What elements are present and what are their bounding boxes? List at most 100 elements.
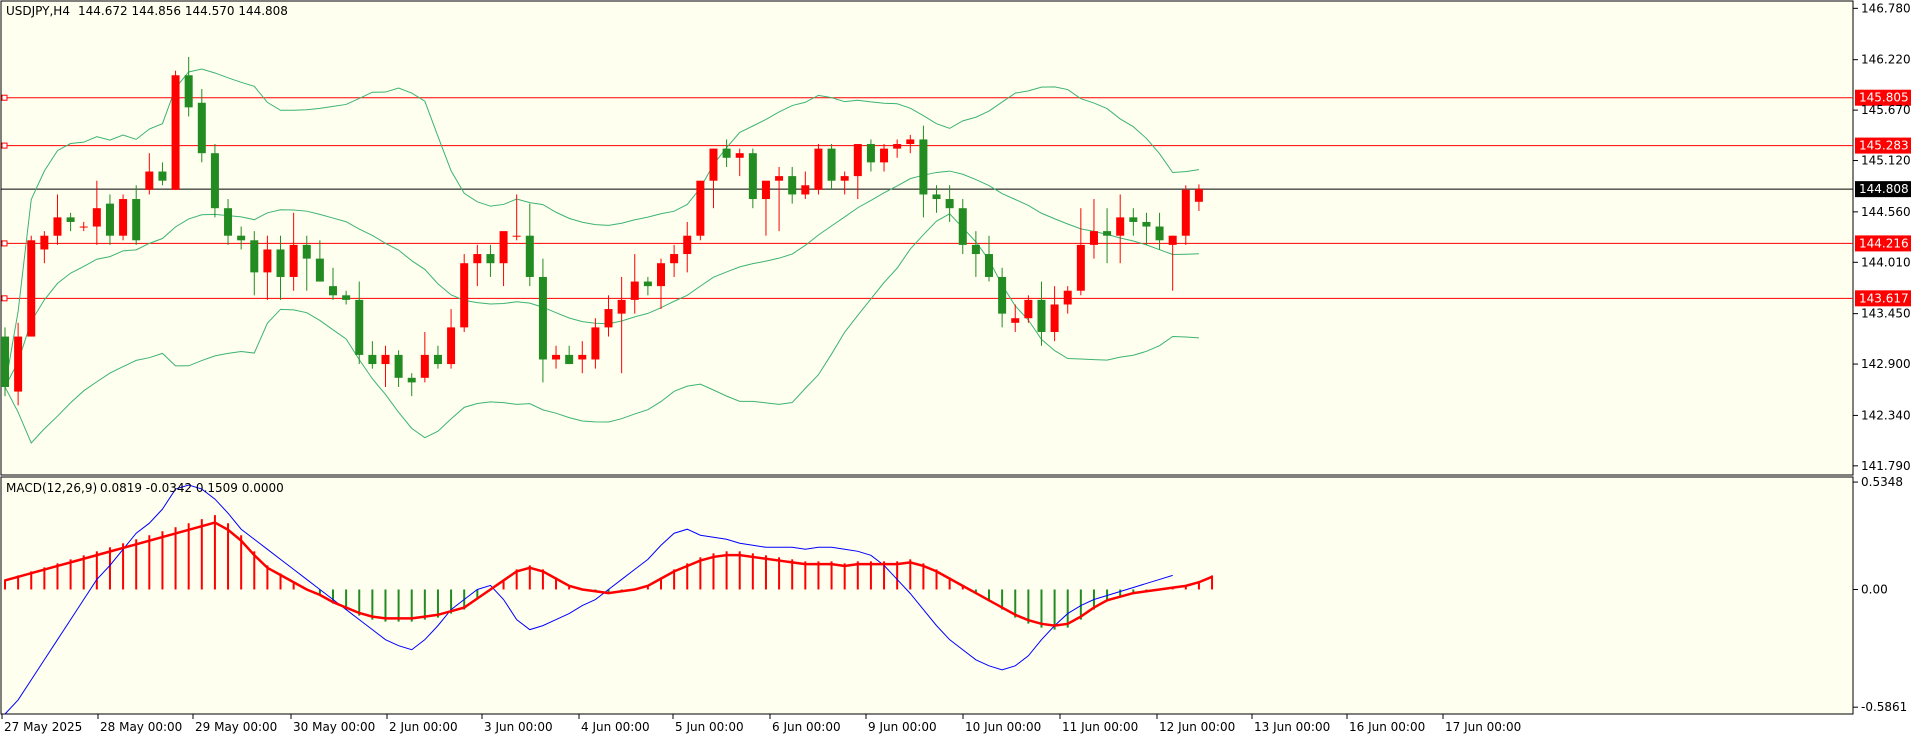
candle-body — [1076, 244, 1085, 291]
candle-body — [761, 180, 770, 200]
candle-body — [263, 249, 272, 273]
candle-body — [14, 336, 23, 392]
candle-body — [932, 194, 941, 200]
time-tick-label: 10 Jun 00:00 — [965, 720, 1041, 734]
candle-body — [840, 176, 849, 181]
time-tick-label: 11 Jun 00:00 — [1062, 720, 1138, 734]
candle-body — [775, 176, 784, 181]
candle-body — [145, 171, 154, 190]
time-tick-label: 12 Jun 00:00 — [1159, 720, 1235, 734]
time-tick-label: 3 Jun 00:00 — [484, 720, 553, 734]
candle-body — [302, 244, 311, 259]
candle-body — [971, 244, 980, 255]
candle-body — [617, 299, 626, 314]
price-tick-label: 146.220 — [1861, 53, 1911, 67]
chart-canvas: 145.805145.283144.216143.617144.808 146.… — [0, 0, 1911, 734]
level-tag-label: 145.283 — [1859, 139, 1909, 153]
candle-body — [27, 240, 36, 337]
candle-body — [447, 327, 456, 365]
candle-body — [394, 354, 403, 378]
candle-body — [92, 208, 101, 227]
candle-body — [250, 240, 259, 273]
candle-body — [945, 199, 954, 209]
level-anchor — [1, 142, 8, 149]
candle-body — [276, 249, 285, 277]
candle-body — [657, 263, 665, 287]
level-anchor — [1, 240, 8, 247]
current-price-label: 144.808 — [1859, 182, 1909, 196]
price-panel[interactable] — [0, 0, 1854, 476]
level-anchor — [1, 94, 8, 101]
candle-body — [381, 354, 390, 365]
candle-body — [512, 235, 521, 237]
candle-body — [1089, 231, 1098, 245]
candle-body — [1116, 217, 1125, 236]
candle-body — [1181, 189, 1190, 236]
candle-body — [709, 148, 718, 181]
candle-body — [525, 235, 534, 277]
time-tick-label: 30 May 00:00 — [293, 720, 375, 734]
time-tick-label: 9 Jun 00:00 — [868, 720, 937, 734]
candle-body — [499, 231, 508, 264]
time-tick-label: 16 Jun 00:00 — [1349, 720, 1425, 734]
candle-body — [197, 102, 206, 154]
candle-body — [1168, 235, 1177, 245]
candle-body — [1194, 188, 1203, 202]
macd-label: MACD(12,26,9) — [6, 481, 97, 495]
candle-body — [237, 235, 246, 241]
candle-body — [696, 180, 705, 236]
candle-body — [722, 148, 731, 158]
symbol-label: USDJPY,H4 — [6, 4, 70, 18]
candle-body — [958, 208, 967, 245]
time-axis: 27 May 2025 28 May 00:00 29 May 00:00 30 Ma… — [1, 714, 1521, 734]
macd-values: 0.0819 -0.0342 0.1509 0.0000 — [100, 481, 284, 495]
candle-body — [643, 281, 652, 287]
candle-body — [420, 354, 429, 378]
price-tick-label: 145.120 — [1861, 154, 1911, 168]
time-tick-label: 27 May 2025 — [4, 720, 82, 734]
time-tick-label: 2 Jun 00:00 — [389, 720, 458, 734]
time-tick-label: 13 Jun 00:00 — [1254, 720, 1330, 734]
candle-body — [289, 244, 298, 277]
candle-body — [1, 336, 9, 387]
price-tick-label: 144.010 — [1861, 255, 1911, 269]
candle-body — [315, 258, 324, 282]
candle-body — [473, 254, 482, 264]
candle-body — [998, 276, 1007, 314]
candle-body — [1142, 221, 1151, 227]
time-tick-label: 29 May 00:00 — [195, 720, 277, 734]
candle-body — [158, 171, 167, 181]
level-tag-label: 143.617 — [1859, 291, 1909, 305]
candle-body — [893, 144, 902, 149]
candle-body — [79, 226, 88, 228]
candle-body — [906, 139, 915, 145]
candle-body — [368, 354, 377, 365]
candle-body — [538, 276, 547, 360]
candle-body — [132, 199, 141, 241]
candle-body — [1063, 290, 1072, 305]
macd-axis: 0.5348 0.00 -0.5861 — [1853, 475, 1907, 714]
candle-body — [66, 217, 75, 222]
candle-body — [1050, 304, 1059, 332]
level-tag-label: 144.216 — [1859, 236, 1909, 250]
time-tick-label: 5 Jun 00:00 — [675, 720, 744, 734]
candle-body — [985, 254, 993, 277]
candle-body — [670, 254, 679, 264]
candle-body — [748, 153, 757, 200]
candle-body — [40, 235, 49, 250]
candle-body — [591, 327, 600, 360]
candle-body — [866, 144, 875, 163]
candle-body — [342, 295, 351, 300]
price-tick-label: 145.670 — [1861, 103, 1911, 117]
macd-panel[interactable] — [0, 476, 1854, 715]
candle-body — [119, 199, 128, 236]
time-tick-label: 6 Jun 00:00 — [772, 720, 841, 734]
candle-body — [630, 281, 639, 300]
candle-body — [171, 75, 180, 190]
candle-body — [224, 208, 233, 236]
price-tick-label: 144.560 — [1861, 205, 1911, 219]
candle-body — [788, 176, 797, 195]
candle-body — [604, 309, 613, 328]
candle-body — [486, 254, 495, 264]
price-tick-label: 141.790 — [1861, 459, 1911, 473]
